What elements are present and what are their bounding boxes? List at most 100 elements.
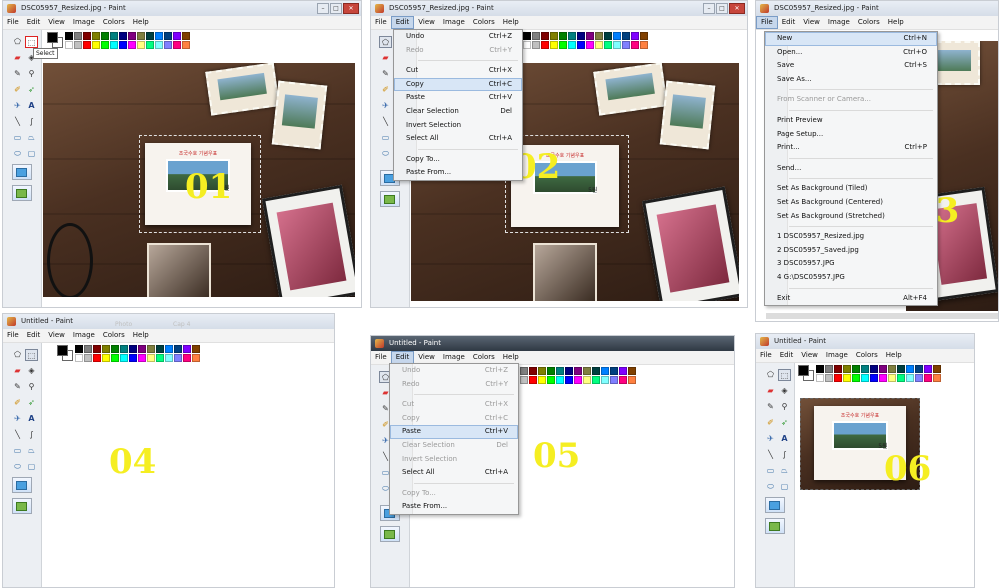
palette-swatch[interactable] [816,365,824,373]
palette-swatch[interactable] [933,365,941,373]
palette-swatch[interactable] [861,365,869,373]
menu-file[interactable]: File [3,329,23,342]
palette-swatch[interactable] [156,354,164,362]
free-select-icon[interactable]: ⬠ [11,36,24,48]
palette-swatch[interactable] [595,32,603,40]
menu-file[interactable]: File [371,16,391,29]
menu-colors[interactable]: Colors [99,16,129,29]
color-palette[interactable] [75,345,200,362]
palette-swatch[interactable] [120,345,128,353]
menu-item-open[interactable]: Open... Ctrl+O [765,46,937,60]
menu-colors[interactable]: Colors [99,329,129,342]
palette-swatch[interactable] [128,41,136,49]
palette-swatch[interactable] [888,374,896,382]
menu-item-print[interactable]: Print... Ctrl+P [765,141,937,155]
menu-view[interactable]: View [44,16,69,29]
menu-view[interactable]: View [799,16,824,29]
palette-swatch[interactable] [102,345,110,353]
menu-item-copy-to[interactable]: Copy To... [390,487,518,501]
palette-swatch[interactable] [816,374,824,382]
airbrush-icon[interactable]: ✈ [11,100,24,112]
window-title-bar[interactable]: DSC05957_Resized.jpg - Paint – □ ✕ [371,1,747,16]
curve-icon[interactable]: ∫ [25,429,38,441]
menu-edit[interactable]: Edit [23,329,45,342]
color-palette[interactable] [816,365,941,382]
palette-swatch[interactable] [155,32,163,40]
blank-canvas[interactable] [43,374,334,587]
menu-help[interactable]: Help [129,329,153,342]
menu-help[interactable]: Help [499,16,523,29]
palette-swatch[interactable] [843,365,851,373]
eraser-icon[interactable]: ▰ [11,52,24,64]
palette-swatch[interactable] [101,32,109,40]
menu-item-set-as-background-centered[interactable]: Set As Background (Centered) [765,196,937,210]
palette-swatch[interactable] [601,367,609,375]
palette-swatch[interactable] [897,374,905,382]
palette-swatch[interactable] [520,367,528,375]
palette-swatch[interactable] [834,365,842,373]
brush-icon[interactable]: ➶ [25,84,38,96]
menu-item-print-preview[interactable]: Print Preview [765,114,937,128]
ellipse-icon[interactable]: ⬭ [11,461,24,473]
menu-edit[interactable]: Edit [390,16,415,29]
palette-swatch[interactable] [129,345,137,353]
palette-swatch[interactable] [74,41,82,49]
palette-swatch[interactable] [156,345,164,353]
menu-item-copy-to[interactable]: Copy To... [394,153,522,167]
palette-swatch[interactable] [559,32,567,40]
palette-swatch[interactable] [915,365,923,373]
palette-swatch[interactable] [592,367,600,375]
maximize-button[interactable]: □ [716,3,728,14]
palette-swatch[interactable] [568,32,576,40]
menu-item-set-as-background-tiled[interactable]: Set As Background (Tiled) [765,182,937,196]
palette-swatch[interactable] [825,365,833,373]
palette-swatch[interactable] [640,41,648,49]
palette-swatch[interactable] [879,365,887,373]
palette-swatch[interactable] [164,32,172,40]
menu-item-set-as-background-stretched[interactable]: Set As Background (Stretched) [765,210,937,224]
airbrush-icon[interactable]: ✈ [11,413,24,425]
palette-swatch[interactable] [631,32,639,40]
window-title-bar[interactable]: Untitled - Paint [756,334,974,349]
picker-icon[interactable]: ✎ [764,401,777,413]
menu-item-undo[interactable]: Undo Ctrl+Z [394,30,522,44]
menu-item-cut[interactable]: Cut Ctrl+X [390,398,518,412]
menu-item-page-setup[interactable]: Page Setup... [765,128,937,142]
palette-swatch[interactable] [559,41,567,49]
palette-swatch[interactable] [604,41,612,49]
palette-swatch[interactable] [165,345,173,353]
picker-icon[interactable]: ✎ [11,68,24,80]
picker-icon[interactable]: ✎ [379,68,392,80]
menu-item-clear-selection[interactable]: Clear Selection Del [394,105,522,119]
palette-swatch[interactable] [174,354,182,362]
transparent-on-icon[interactable] [380,526,400,542]
rectangle-icon[interactable]: ▭ [11,132,24,144]
menu-item-send[interactable]: Send... [765,162,937,176]
color-swatch-fg-bg[interactable] [57,345,73,361]
menu-item-4-g-dsc05957-jpg[interactable]: 4 G:\DSC05957.JPG [765,271,937,285]
palette-swatch[interactable] [173,41,181,49]
color-swatch-fg-bg[interactable] [47,32,63,48]
menu-item-3-dsc05957-jpg[interactable]: 3 DSC05957.JPG [765,257,937,271]
palette-swatch[interactable] [915,374,923,382]
palette-swatch[interactable] [565,376,573,384]
menu-item-exit[interactable]: Exit Alt+F4 [765,292,937,306]
palette-swatch[interactable] [610,367,618,375]
palette-swatch[interactable] [640,32,648,40]
magnifier-icon[interactable]: ⚲ [25,68,38,80]
color-palette[interactable] [65,32,190,49]
menu-file[interactable]: File [756,16,778,29]
palette-swatch[interactable] [192,345,200,353]
palette-swatch[interactable] [604,32,612,40]
palette-swatch[interactable] [65,41,73,49]
menu-item-new[interactable]: New Ctrl+N [765,32,937,46]
free-select-icon[interactable]: ⬠ [379,36,392,48]
ellipse-icon[interactable]: ⬭ [379,148,392,160]
palette-swatch[interactable] [631,41,639,49]
palette-swatch[interactable] [619,367,627,375]
palette-swatch[interactable] [65,32,73,40]
palette-swatch[interactable] [173,32,181,40]
palette-swatch[interactable] [550,41,558,49]
palette-swatch[interactable] [924,374,932,382]
magnifier-icon[interactable]: ⚲ [25,381,38,393]
